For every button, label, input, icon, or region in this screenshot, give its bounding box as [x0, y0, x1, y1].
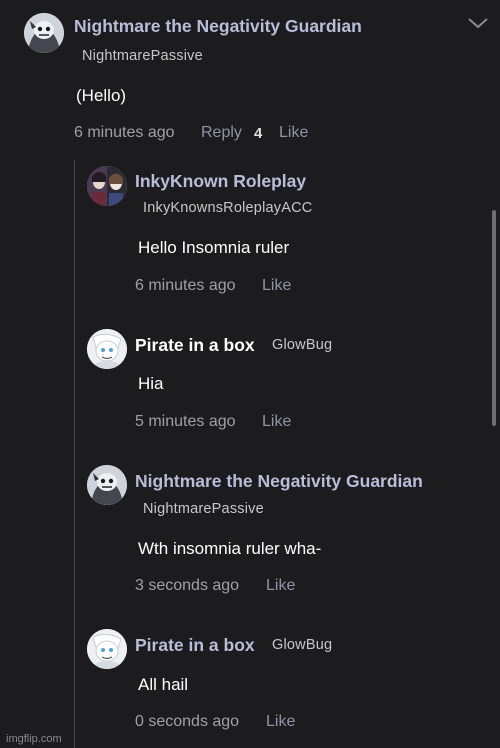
- avatar-inkyknown[interactable]: [87, 166, 127, 206]
- avatar-pirate[interactable]: [87, 329, 127, 369]
- comment-text: Wth insomnia ruler wha-: [138, 539, 322, 558]
- avatar-nightmare[interactable]: [87, 465, 127, 505]
- comment-text: Hia: [138, 374, 164, 393]
- chevron-down-icon[interactable]: [467, 16, 489, 30]
- comment-text: All hail: [138, 675, 189, 694]
- avatar-pirate[interactable]: [87, 629, 127, 669]
- like-button[interactable]: Like: [279, 124, 308, 142]
- reply-button[interactable]: Reply: [201, 124, 242, 142]
- author-handle[interactable]: NightmarePassive: [143, 501, 264, 517]
- author-name[interactable]: Pirate in a box: [135, 635, 255, 656]
- author-handle[interactable]: GlowBug: [272, 637, 332, 653]
- like-button[interactable]: Like: [262, 413, 291, 431]
- comment-timestamp: 6 minutes ago: [74, 124, 175, 141]
- comment-text: (Hello): [76, 86, 127, 105]
- like-button[interactable]: Like: [262, 277, 291, 295]
- comment-timestamp: 3 seconds ago: [135, 577, 240, 594]
- scrollbar[interactable]: [492, 210, 496, 426]
- author-name[interactable]: Pirate in a box: [135, 335, 255, 356]
- comment-timestamp: 0 seconds ago: [135, 713, 240, 730]
- watermark: imgflip.com: [6, 733, 62, 745]
- author-handle[interactable]: GlowBug: [272, 337, 332, 353]
- comment-timestamp: 5 minutes ago: [135, 413, 236, 430]
- author-name[interactable]: Nightmare the Negativity Guardian: [135, 471, 423, 492]
- avatar-nightmare[interactable]: [24, 13, 64, 53]
- comment-text: Hello Insomnia ruler: [138, 238, 290, 257]
- thread-line: [74, 160, 75, 748]
- author-name[interactable]: Nightmare the Negativity Guardian: [74, 16, 362, 37]
- like-button[interactable]: Like: [266, 577, 295, 595]
- reply-count: 4: [254, 125, 263, 142]
- author-name[interactable]: InkyKnown Roleplay: [135, 171, 306, 192]
- comment-thread-screen: { "top_comment": { "author": "Nightmare …: [0, 0, 500, 748]
- author-handle[interactable]: InkyKnownsRoleplayACC: [143, 200, 312, 216]
- like-button[interactable]: Like: [266, 713, 295, 731]
- comment-timestamp: 6 minutes ago: [135, 277, 236, 294]
- author-handle[interactable]: NightmarePassive: [82, 48, 203, 64]
